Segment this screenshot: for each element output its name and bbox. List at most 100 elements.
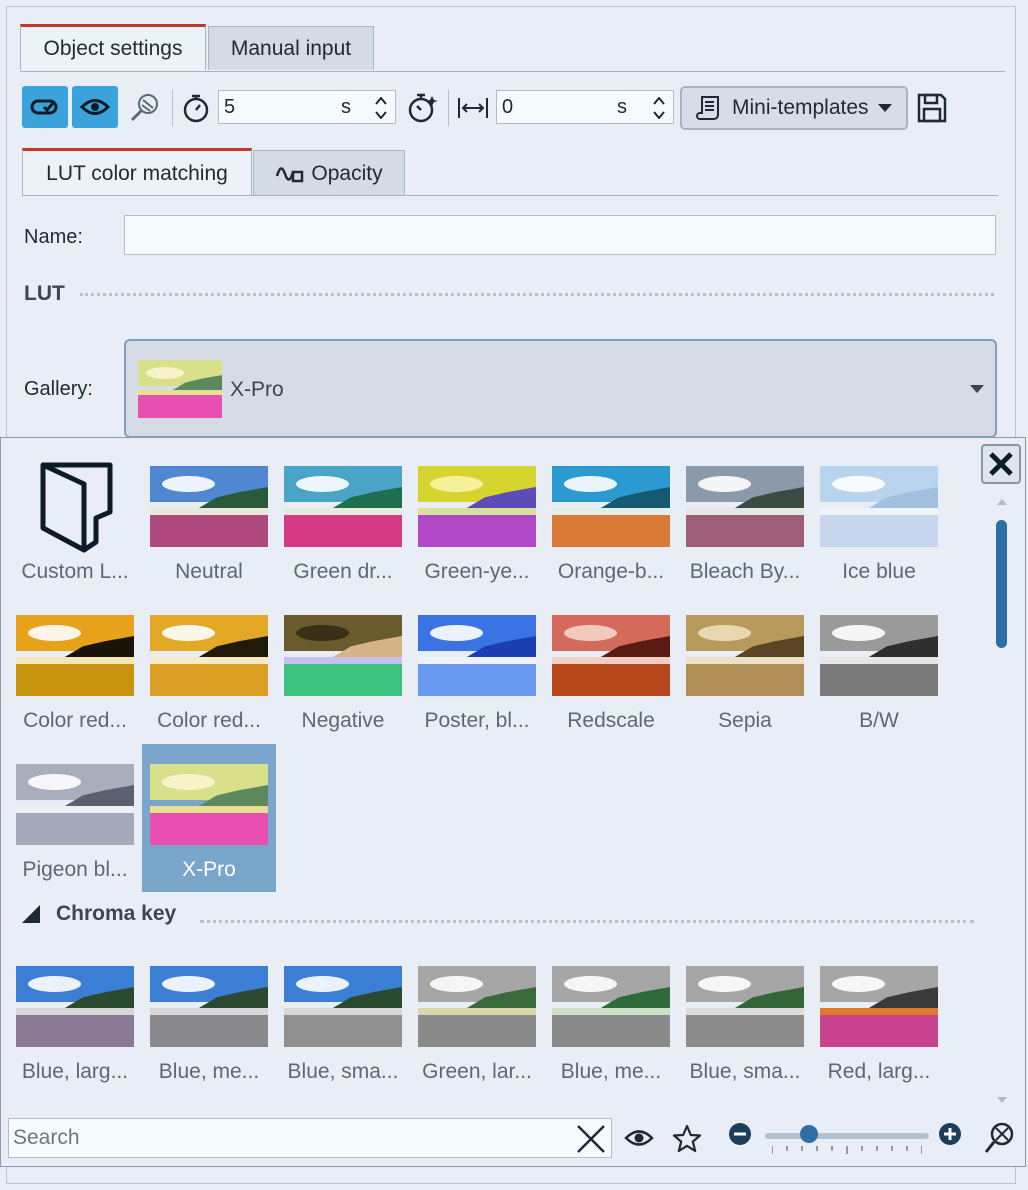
lut-thumbnail [16,764,134,845]
star-icon[interactable] [672,1124,702,1154]
chroma-item[interactable]: Blue, me... [142,946,276,1094]
tab-label: Opacity [311,161,383,185]
zoom-slider-ticks [772,1146,922,1154]
offset-unit: s [617,96,627,118]
tab-divider [20,71,1005,72]
chroma-item[interactable]: Green, lar... [410,946,544,1094]
mini-templates-dropdown[interactable]: Mini-templates [680,86,908,130]
scroll-down-icon[interactable] [996,1096,1008,1104]
gallery-item-label: Negative [301,709,385,732]
gallery-item-label: Pigeon bl... [22,858,128,881]
gallery-select[interactable]: X-Pro [124,339,997,438]
zoom-slider-handle[interactable] [800,1125,819,1143]
gallery-item[interactable]: Redscale [544,595,678,743]
mini-templates-label: Mini-templates [732,96,869,119]
zoom-out-icon[interactable] [728,1122,752,1146]
gallery-selected-value: X-Pro [230,378,284,401]
down-arrow-icon[interactable] [653,111,665,119]
close-button[interactable] [981,444,1021,484]
lut-thumbnail [16,615,134,696]
clear-search-icon[interactable] [576,1124,606,1154]
up-arrow-icon[interactable] [653,97,665,105]
width-icon [456,92,490,124]
name-field[interactable] [124,215,996,255]
gallery-item-label: Green-ye... [424,560,530,583]
down-arrow-icon[interactable] [375,111,387,119]
gallery-item-label: Redscale [567,709,655,732]
lut-thumbnail [418,466,536,547]
gallery-item-label: Blue, larg... [21,1060,129,1083]
chevron-down-icon [877,104,892,112]
tab-manual-input[interactable]: Manual input [208,26,374,70]
selected-lut-thumbnail [138,360,222,418]
folder-icon [40,462,113,553]
chroma-key-section-header[interactable]: Chroma key [22,902,176,926]
zoom-fit-icon[interactable] [984,1122,1014,1154]
lut-thumbnail [150,466,268,547]
chroma-item[interactable]: Red, larg... [812,946,946,1094]
chroma-item[interactable]: Blue, larg... [8,946,142,1094]
zoom-in-icon[interactable] [938,1122,962,1146]
chroma-item[interactable]: Blue, sma... [678,946,812,1094]
scrollbar-thumb[interactable] [996,520,1007,648]
gallery-item[interactable]: B/W [812,595,946,743]
gallery-item[interactable]: Color red... [142,595,276,743]
gallery-item[interactable]: Ice blue [812,446,946,594]
lut-thumbnail [686,466,804,547]
gallery-item[interactable]: Pigeon bl... [8,744,142,892]
magic-wand-icon[interactable] [126,88,162,128]
lut-thumbnail [284,966,402,1047]
lut-thumbnail [16,966,134,1047]
lut-thumbnail [686,966,804,1047]
gallery-item-label: Sepia [718,709,772,732]
gallery-item[interactable]: Bleach By... [678,446,812,594]
gallery-item[interactable]: Green-ye... [410,446,544,594]
gallery-item-label: Color red... [157,709,261,732]
gallery-item[interactable]: Color red... [8,595,142,743]
gallery-item[interactable]: Poster, bl... [410,595,544,743]
gallery-item[interactable]: Green dr... [276,446,410,594]
lut-thumbnail [418,615,536,696]
tab-lut-color-matching[interactable]: LUT color matching [22,148,252,196]
lut-section-title: LUT [24,282,65,305]
gallery-item-selected[interactable]: X-Pro [142,744,276,892]
duration-stepper[interactable]: 5 s [218,90,396,124]
gallery-item[interactable]: Sepia [678,595,812,743]
close-icon [989,452,1013,476]
toolbar-separator [448,90,449,126]
scroll-up-icon[interactable] [996,498,1008,506]
up-arrow-icon[interactable] [375,97,387,105]
lut-thumbnail [284,615,402,696]
gallery-item[interactable]: Neutral [142,446,276,594]
gallery-item-label: Neutral [175,560,243,583]
lut-thumbnail [552,966,670,1047]
offset-stepper[interactable]: 0 s [496,90,674,124]
tab-label: Object settings [43,36,183,60]
preview-button[interactable] [72,86,118,128]
auto-duration-icon[interactable] [404,88,440,128]
chroma-item[interactable]: Blue, me... [544,946,678,1094]
gallery-item-custom[interactable]: Custom L... [8,446,142,594]
search-input[interactable] [8,1118,612,1158]
eye-icon [80,99,110,115]
gallery-item[interactable]: Negative [276,595,410,743]
gallery-item-label: Blue, sma... [287,1060,399,1083]
zoom-slider-track[interactable] [765,1133,929,1139]
gallery-item-label: X-Pro [182,858,236,881]
gallery-item-label: Ice blue [842,560,916,583]
eye-icon[interactable] [624,1126,654,1150]
chroma-item[interactable]: Blue, sma... [276,946,410,1094]
gallery-item-label: Blue, sma... [689,1060,801,1083]
tab-opacity[interactable]: Opacity [253,150,405,196]
collapse-triangle-icon [22,905,40,923]
lut-thumbnail [150,615,268,696]
gallery-item-label: Blue, me... [560,1060,662,1083]
lut-thumbnail [150,764,268,845]
lut-thumbnail [284,466,402,547]
save-icon[interactable] [914,90,950,126]
chevron-down-icon [970,385,984,393]
scroll-document-icon [696,96,719,120]
tab-object-settings[interactable]: Object settings [20,24,206,70]
toggle-visibility-button[interactable] [22,86,68,128]
gallery-item[interactable]: Orange-b... [544,446,678,594]
